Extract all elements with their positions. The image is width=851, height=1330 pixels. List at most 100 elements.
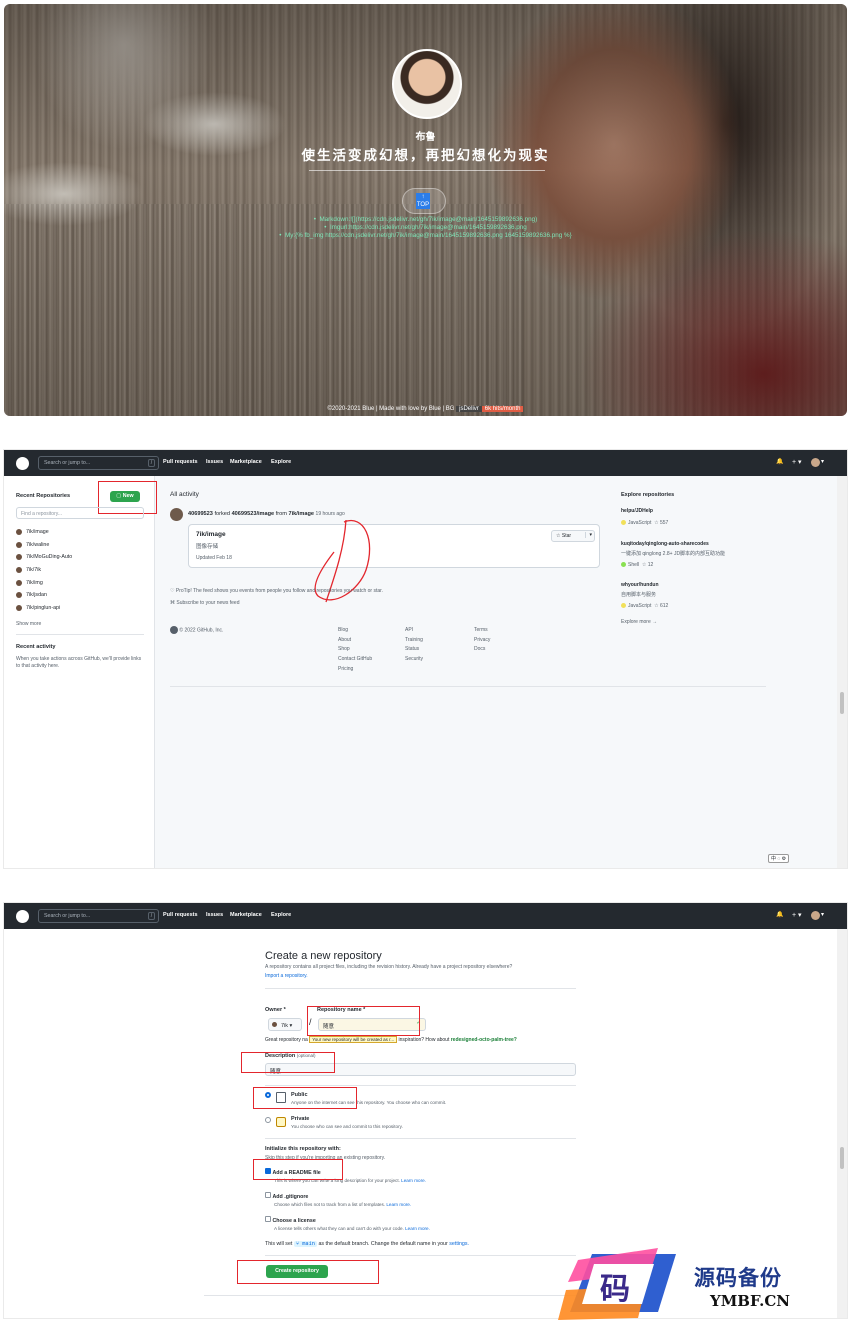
list-item[interactable]: 7ik/MoGuDing-Auto [16, 551, 146, 564]
name-suggestion: Great repository na Your new repository … [265, 1036, 585, 1043]
gitignore-checkbox[interactable] [265, 1192, 271, 1198]
import-repository-link[interactable]: Import a repository. [265, 973, 308, 979]
repo-link[interactable]: 7ik/waline [26, 542, 49, 548]
scrollbar-thumb[interactable] [840, 692, 844, 714]
footer-link[interactable]: Contact GitHub [338, 655, 372, 665]
list-item[interactable]: 7ik/waline [16, 539, 146, 552]
repo-link[interactable]: 7ik/image [26, 529, 49, 535]
explore-more-link[interactable]: Explore more → [621, 619, 657, 625]
top-label: TOP [416, 202, 430, 208]
divider [265, 988, 576, 989]
bell-icon[interactable]: 🔔 [776, 458, 783, 465]
bell-icon[interactable]: 🔔 [776, 911, 783, 918]
input-method-badge[interactable]: 中 ◌ ⚙ [768, 854, 790, 863]
create-new-dropdown[interactable]: + ▾ [792, 911, 802, 919]
scrollbar-thumb[interactable] [840, 1147, 844, 1169]
nav-issues[interactable]: Issues [206, 912, 223, 918]
repo-link[interactable]: 7ik/MoGuDing-Auto [26, 554, 72, 560]
repo-link[interactable]: 7ik/jsdan [26, 592, 47, 598]
event-repo-link[interactable]: 40699523/image [232, 511, 275, 517]
learn-more-link[interactable]: Learn more. [386, 1202, 411, 1207]
arrow-up-icon[interactable]: ↑ TOP [416, 193, 430, 209]
create-new-dropdown[interactable]: + ▾ [792, 458, 802, 466]
avatar[interactable] [392, 49, 462, 119]
nav-explore[interactable]: Explore [271, 459, 291, 465]
chevron-down-icon[interactable]: ▾ [585, 532, 592, 538]
github-logo-icon[interactable] [16, 910, 29, 923]
nav-pull-requests[interactable]: Pull requests [163, 459, 198, 465]
profile-avatar[interactable] [811, 911, 820, 920]
chevron-down-icon[interactable]: ▾ [821, 911, 824, 918]
chevron-down-icon[interactable]: ▾ [821, 458, 824, 465]
profile-avatar[interactable] [811, 458, 820, 467]
list-item[interactable]: 7ik/img [16, 576, 146, 589]
event-user-link[interactable]: 40699523 [188, 511, 213, 517]
footer-link[interactable]: Terms [474, 626, 490, 636]
nav-issues[interactable]: Issues [206, 459, 223, 465]
license-option[interactable]: Choose a license [265, 1216, 316, 1224]
footer-link[interactable]: Docs [474, 645, 490, 655]
repo-link[interactable]: 7ik/img [26, 580, 43, 586]
footer-link[interactable]: Shop [338, 645, 372, 655]
star-button[interactable]: ☆ Star ▾ [551, 530, 595, 542]
suggested-name-link[interactable]: redesigned-octo-palm-tree? [451, 1037, 517, 1043]
show-more-link[interactable]: Show more [16, 621, 41, 627]
find-repository-input[interactable]: Find a repository... [16, 507, 144, 519]
list-item[interactable]: 7ik/jsdan [16, 589, 146, 602]
image-link-imgurl[interactable]: • Imgurl:https://cdn.jsdelivr.net/gh/7ik… [4, 224, 847, 231]
footer-link[interactable]: Security [405, 655, 423, 665]
footer-link[interactable]: Pricing [338, 665, 372, 675]
footer-link[interactable]: Status [405, 645, 423, 655]
nav-marketplace[interactable]: Marketplace [230, 912, 262, 918]
divider [204, 1295, 584, 1296]
search-input[interactable]: Search or jump to... / [38, 909, 159, 923]
badge-hits[interactable]: 6k hits/month [481, 406, 524, 412]
learn-more-link[interactable]: Learn more. [405, 1226, 430, 1231]
private-label[interactable]: Private [291, 1116, 309, 1122]
gitignore-label[interactable]: Add .gitignore [272, 1194, 308, 1200]
star-count[interactable]: 612 [660, 603, 668, 609]
owner-select[interactable]: 7ik ▾ [268, 1018, 302, 1031]
explore-repo-link[interactable]: kuqitoday/qinglong-auto-sharecodes [621, 541, 771, 547]
star-count[interactable]: 12 [648, 562, 654, 568]
scrollbar[interactable] [837, 476, 847, 868]
search-input[interactable]: Search or jump to... / [38, 456, 159, 470]
repo-link[interactable]: 7ik/pinglun-api [26, 605, 60, 611]
learn-more-link[interactable]: Learn more. [401, 1178, 426, 1183]
nav-marketplace[interactable]: Marketplace [230, 459, 262, 465]
explore-repo-link[interactable]: helpu/JDHelp [621, 508, 761, 514]
star-count[interactable]: 557 [660, 520, 668, 526]
list-item[interactable]: 7ik/pinglun-api [16, 602, 146, 615]
github-logo-icon[interactable] [16, 457, 29, 470]
settings-link[interactable]: settings. [449, 1241, 469, 1247]
footer-link[interactable]: Privacy [474, 636, 490, 646]
gitignore-description: Choose which files not to track from a l… [274, 1202, 411, 1207]
github-logo-icon[interactable] [170, 626, 178, 634]
image-link-tag[interactable]: • My:{% fb_img https://cdn.jsdelivr.net/… [4, 232, 847, 239]
footer-link[interactable]: API [405, 626, 423, 636]
private-radio[interactable] [265, 1117, 271, 1123]
license-label[interactable]: Choose a license [272, 1218, 315, 1224]
avatar[interactable] [170, 508, 183, 521]
footer-link[interactable]: Blog [338, 626, 372, 636]
footer-link[interactable]: About [338, 636, 372, 646]
license-checkbox[interactable] [265, 1216, 271, 1222]
image-link-text: Markdown:![](https://cdn.jsdelivr.net/gh… [319, 216, 538, 223]
image-link-markdown[interactable]: • Markdown:![](https://cdn.jsdelivr.net/… [4, 216, 847, 223]
list-item[interactable]: 7ik/7ik [16, 564, 146, 577]
repo-card-name[interactable]: 7ik/image [196, 531, 226, 538]
nav-pull-requests[interactable]: Pull requests [163, 912, 198, 918]
gitignore-option[interactable]: Add .gitignore [265, 1192, 308, 1200]
recent-activity-text: When you take actions across GitHub, we'… [16, 656, 142, 669]
nav-explore[interactable]: Explore [271, 912, 291, 918]
subscribe-feed-link[interactable]: ⌘ Subscribe to your news feed [170, 600, 239, 606]
badge-jsdelivr[interactable]: jsDelivr [456, 406, 482, 412]
visibility-private-option[interactable] [265, 1117, 289, 1127]
explore-repo-link[interactable]: whyour/hundun [621, 582, 771, 588]
footer-link[interactable]: Training [405, 636, 423, 646]
github-dashboard-screenshot: Search or jump to... / Pull requests Issu… [4, 450, 847, 868]
repo-link[interactable]: 7ik/7ik [26, 567, 41, 573]
list-item[interactable]: 7ik/image [16, 526, 146, 539]
repo-card-updated: Updated Feb 18 [196, 555, 232, 561]
license-desc-text: A license tells others what they can and… [274, 1226, 404, 1231]
